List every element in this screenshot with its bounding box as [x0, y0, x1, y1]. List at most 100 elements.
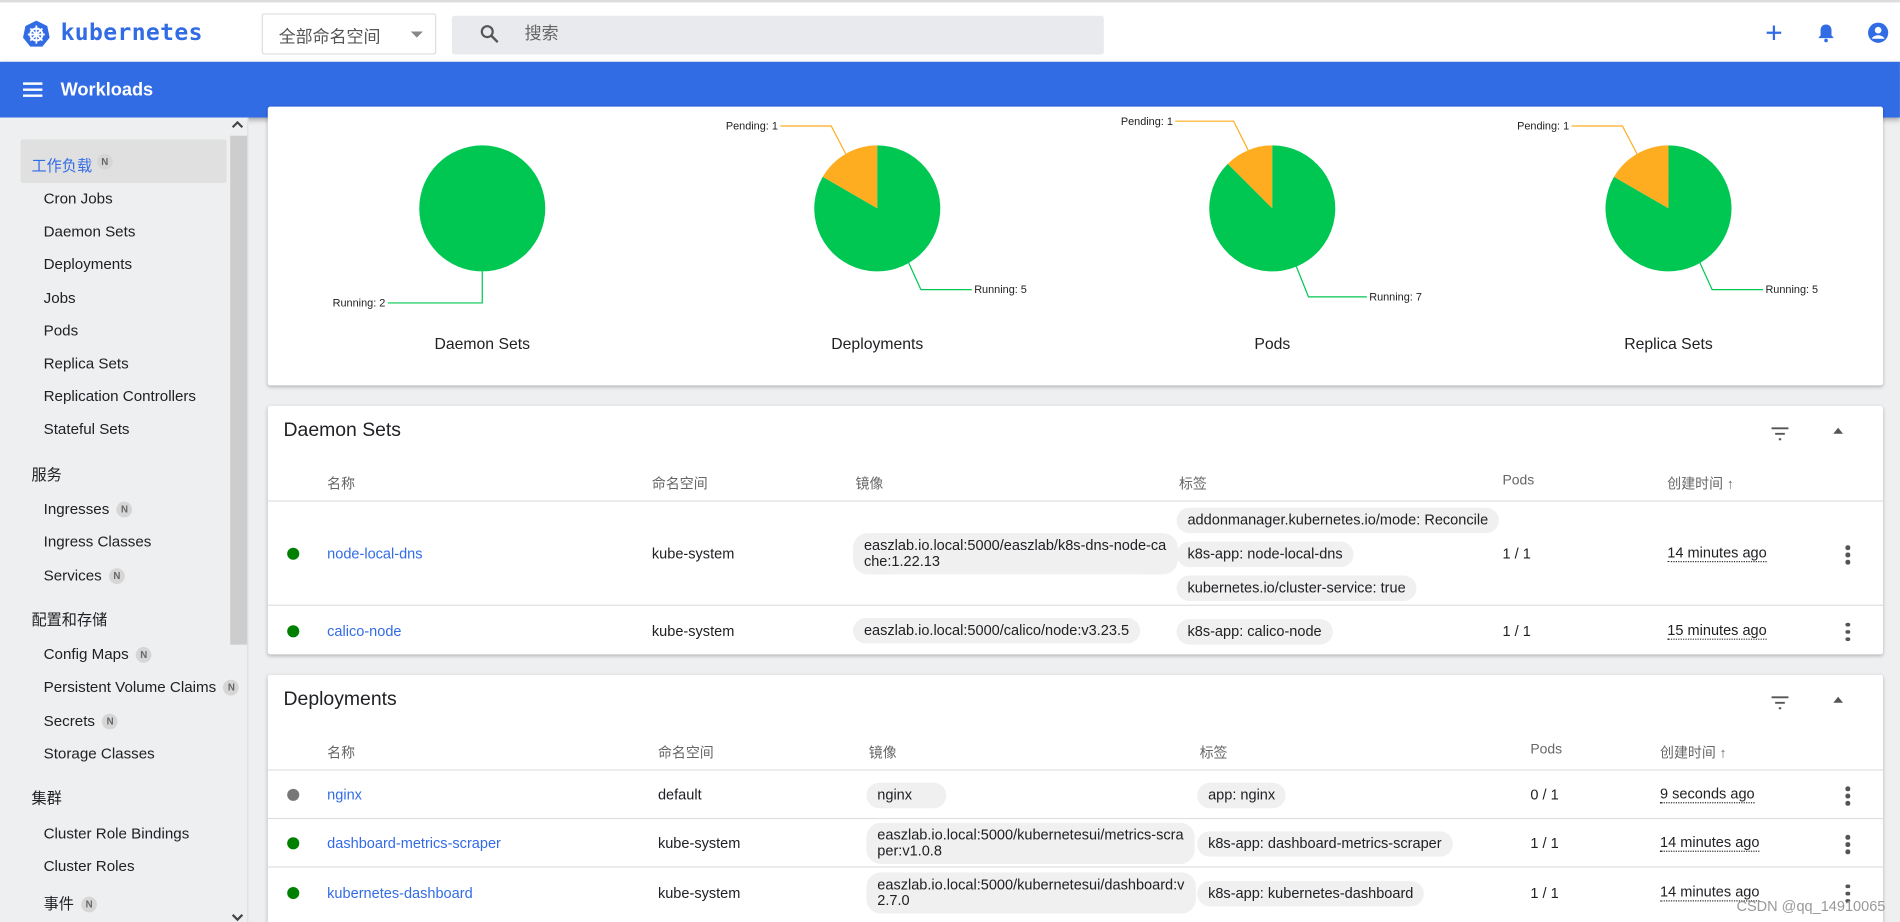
card-title: Deployments	[283, 689, 397, 711]
resource-name-link[interactable]: calico-node	[327, 622, 401, 639]
image-text: easzlab.io.local:5000/easzlab/k8s-dns-no…	[863, 536, 1167, 554]
column-header: Pods	[1530, 742, 1563, 758]
sidebar-section-header: 配置和存储	[31, 611, 108, 629]
sidebar-item[interactable]: Cluster Roles	[44, 858, 135, 875]
resource-name-link[interactable]: kubernetes-dashboard	[327, 884, 473, 901]
namespaced-badge: N	[108, 567, 125, 584]
search-input[interactable]	[524, 23, 1010, 43]
more-actions-icon[interactable]	[1845, 545, 1850, 567]
scroll-down-icon[interactable]	[231, 912, 244, 922]
running-label: Running: 5	[1765, 284, 1818, 296]
pending-label: Pending: 1	[1517, 121, 1569, 133]
sidebar-item[interactable]: Ingresses N	[44, 501, 133, 518]
sidebar-scrollbar[interactable]	[230, 135, 248, 645]
sidebar-item-label: Cluster Role Bindings	[43, 824, 190, 842]
sidebar-item[interactable]: Daemon Sets	[44, 223, 136, 240]
sidebar-item[interactable]: Replica Sets	[44, 355, 129, 372]
collapse-icon[interactable]	[1833, 427, 1843, 434]
sidebar-item[interactable]: Config Maps N	[43, 646, 152, 664]
image-chip: easzlab.io.local:5000/kubernetesui/metri…	[866, 822, 1195, 864]
running-leader-line	[908, 262, 972, 291]
filter-icon[interactable]	[1770, 694, 1789, 710]
search-box[interactable]	[451, 15, 1104, 55]
sidebar-item[interactable]: Ingress Classes	[44, 534, 152, 551]
pie-title: Daemon Sets	[435, 336, 531, 353]
namespace-select[interactable]: 全部命名空间	[261, 13, 437, 55]
menu-icon[interactable]	[22, 80, 44, 99]
pie-slice-running[interactable]	[1209, 145, 1336, 272]
scroll-up-icon[interactable]	[231, 120, 244, 130]
namespaced-badge: N	[135, 647, 152, 664]
sidebar-item[interactable]: Replication Controllers	[44, 388, 196, 405]
image-text: che:1.22.13	[863, 552, 940, 570]
sidebar-item[interactable]: Secrets N	[44, 712, 119, 729]
column-header: 标签	[1178, 477, 1207, 492]
account-icon[interactable]	[1866, 21, 1890, 45]
status-icon	[287, 547, 300, 560]
image-text: easzlab.io.local:5000/kubernetesui/dashb…	[877, 875, 1185, 893]
sidebar-item-label: 工作负载	[31, 157, 93, 175]
label-chip: addonmanager.kubernetes.io/mode: Reconci…	[1176, 507, 1500, 534]
sidebar-item[interactable]: Cluster Role Bindings	[44, 825, 190, 842]
bell-icon[interactable]	[1815, 22, 1837, 44]
label-chip: k8s-app: node-local-dns	[1176, 541, 1354, 568]
status-icon	[287, 624, 300, 637]
watermark: CSDN @qq_14910065	[1736, 897, 1886, 915]
sidebar-item[interactable]: Jobs	[44, 289, 76, 306]
sidebar-section-header: 服务	[31, 466, 62, 483]
image-text: 2.7.0	[877, 891, 910, 909]
card-title: Daemon Sets	[283, 420, 401, 442]
sidebar-item[interactable]: Cron Jobs	[44, 190, 113, 207]
sidebar-item-label: Ingresses	[43, 500, 110, 518]
more-actions-icon[interactable]	[1845, 786, 1850, 808]
pie-slice-running[interactable]	[419, 145, 546, 272]
namespace-cell: kube-system	[651, 545, 735, 563]
running-label: Running: 7	[1369, 292, 1422, 304]
image-chip: nginx	[866, 782, 947, 808]
image-text: easzlab.io.local:5000/kubernetesui/metri…	[877, 826, 1184, 844]
created-time: 14 minutes ago	[1667, 544, 1767, 563]
more-actions-icon[interactable]	[1845, 834, 1850, 857]
column-header: 名称	[327, 746, 356, 761]
column-header: 命名空间	[651, 477, 708, 492]
namespace-cell: default	[657, 786, 702, 804]
table-row: kubernetes-dashboard kube-system easzlab.i…	[267, 866, 1883, 916]
sidebar-item[interactable]: Services N	[43, 566, 125, 584]
sidebar-item[interactable]: Deployments	[44, 256, 132, 273]
page-title: Workloads	[60, 79, 154, 101]
column-header: 镜像	[855, 477, 884, 492]
collapse-icon[interactable]	[1833, 696, 1843, 703]
resource-name-link[interactable]: dashboard-metrics-scraper	[327, 835, 501, 852]
sidebar-item-label: Services	[43, 566, 102, 584]
column-header[interactable]: 创建时间 ↑	[1667, 474, 1734, 493]
pods-cell: 1 / 1	[1530, 834, 1559, 852]
image-text: nginx	[877, 785, 913, 803]
kubernetes-logo-icon[interactable]	[22, 19, 51, 48]
sidebar-item[interactable]: Persistent Volume Claims N	[44, 679, 240, 696]
image-text: easzlab.io.local:5000/calico/node:v3.23.…	[863, 621, 1130, 639]
sidebar-item-workloads[interactable]: 工作负载 N	[20, 139, 227, 183]
more-actions-icon[interactable]	[1845, 622, 1850, 644]
sidebar-item[interactable]: Pods	[44, 322, 79, 339]
resource-name-link[interactable]: nginx	[327, 786, 362, 803]
brand-name[interactable]: kubernetes	[61, 19, 203, 46]
status-icon	[287, 886, 300, 899]
pods-cell: 1 / 1	[1530, 883, 1559, 901]
plus-icon[interactable]	[1763, 22, 1785, 44]
workload-status-card: Running: 2 Daemon Sets Pending: 1 Running: …	[267, 106, 1883, 386]
sidebar-item-label: Ingress Classes	[43, 533, 152, 551]
column-header: 标签	[1199, 746, 1228, 761]
pending-label: Pending: 1	[726, 121, 778, 133]
namespace-cell: kube-system	[657, 834, 741, 852]
table-row: dashboard-metrics-scraper kube-system easz…	[267, 817, 1883, 866]
sidebar-item[interactable]: Stateful Sets	[44, 421, 130, 438]
sidebar-item[interactable]: 事件 N	[44, 890, 97, 913]
created-time: 14 minutes ago	[1660, 833, 1760, 852]
sidebar-item-label: Config Maps	[43, 646, 129, 664]
table-row: nginx default nginx app: nginx 0 / 1 9 second…	[267, 769, 1883, 817]
column-header[interactable]: 创建时间 ↑	[1660, 743, 1727, 762]
filter-icon[interactable]	[1770, 425, 1789, 441]
resource-name-link[interactable]: node-local-dns	[327, 545, 422, 562]
sidebar-section-header: 集群	[31, 790, 62, 807]
sidebar-item[interactable]: Storage Classes	[44, 745, 155, 762]
